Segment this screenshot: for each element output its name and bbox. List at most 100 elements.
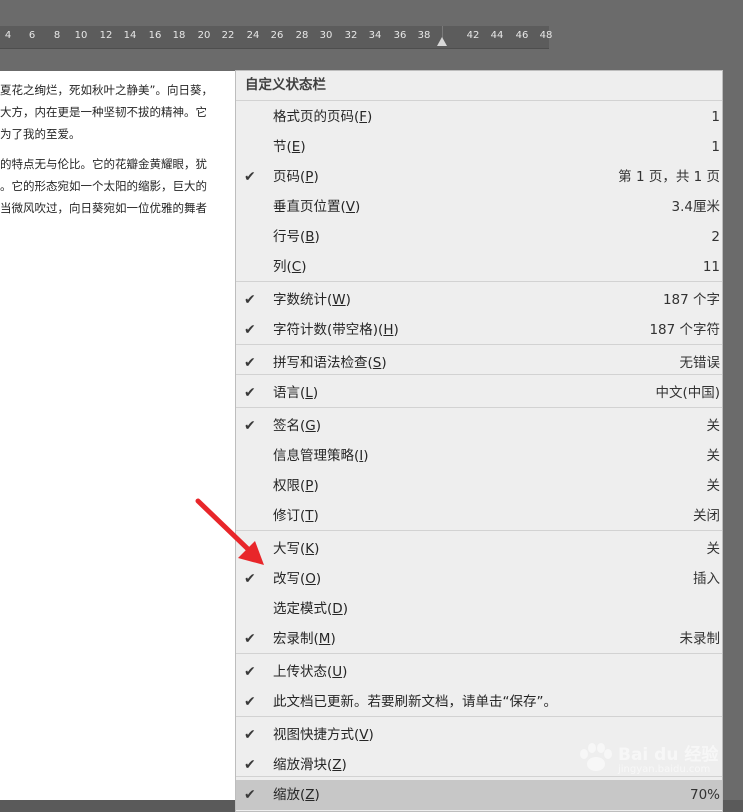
menu-item[interactable]: ✔ 此文档已更新。若要刷新文档，请单击“保存”。 — [236, 687, 722, 717]
menu-item-label: 缩放(Z) — [273, 787, 320, 803]
menu-item-text: 宏录制 — [273, 631, 314, 647]
menu-item-label: 此文档已更新。若要刷新文档，请单击“保存”。 — [273, 687, 557, 717]
menu-item[interactable]: 垂直页位置(V) 3.4厘米 — [236, 192, 722, 222]
menu-item-accelerator: L — [305, 385, 313, 401]
menu-item-text: 缩放 — [273, 787, 300, 803]
menu-item-accelerator: C — [291, 259, 302, 275]
ruler-tick-label: 46 — [515, 30, 529, 41]
menu-item-label: 节(E) — [273, 139, 306, 155]
menu-item-text: 页码 — [273, 169, 300, 185]
baidu-watermark: Bai du 经验 jingyan.baidu.com — [570, 732, 720, 782]
menu-item[interactable]: 格式页的页码(F) 1 — [236, 102, 722, 132]
red-arrow-annotation — [195, 498, 264, 565]
menu-item-text: 节 — [273, 139, 287, 155]
menu-item[interactable]: ✔ 页码(P) 第 1 页，共 1 页 — [236, 162, 722, 192]
menu-item-value: 3.4厘米 — [671, 199, 720, 215]
ruler-tick-label: 42 — [466, 30, 480, 41]
menu-item-accelerator: Z — [305, 787, 315, 803]
menu-item-accelerator: D — [332, 601, 343, 617]
ruler-tick-label: 24 — [246, 30, 260, 41]
menu-item-label: 拼写和语法检查(S) — [273, 355, 387, 371]
ruler-tick-label: 16 — [148, 30, 162, 41]
menu-item-value: 关 — [706, 448, 721, 464]
ruler-tick-label: 20 — [197, 30, 211, 41]
menu-item-label: 视图快捷方式(V) — [273, 727, 374, 743]
menu-item[interactable]: 大写(K) 关 — [236, 534, 722, 564]
menu-item[interactable]: 行号(B) 2 — [236, 222, 722, 252]
menu-item[interactable]: ✔ 上传状态(U) — [236, 657, 722, 687]
menu-item-label: 字符计数(带空格)(H) — [273, 322, 399, 338]
menu-item-text: 语言 — [273, 385, 300, 401]
ruler-tick-label: 28 — [295, 30, 309, 41]
menu-item-label: 列(C) — [273, 259, 307, 275]
menu-item-text: 拼写和语法检查 — [273, 355, 368, 371]
menu-item[interactable]: 修订(T) 关闭 — [236, 501, 722, 531]
menu-item-accelerator: B — [305, 229, 315, 245]
menu-item-accelerator: W — [332, 292, 346, 308]
checkmark-icon: ✔ — [244, 292, 256, 308]
menu-item-label: 权限(P) — [273, 478, 319, 494]
customize-status-bar-menu: 自定义状态栏 格式页的页码(F) 1 节(E) 1 ✔ 页码(P) 第 1 页，共 1 页垂… — [235, 70, 723, 812]
menu-item-value: 未录制 — [679, 631, 721, 647]
menu-item-label: 行号(B) — [273, 229, 320, 245]
menu-item-accelerator: M — [318, 631, 331, 647]
checkmark-icon: ✔ — [244, 787, 256, 803]
ruler-tick-label: 6 — [28, 30, 36, 41]
menu-item-text: 视图快捷方式 — [273, 727, 354, 743]
menu-item-label: 上传状态(U) — [273, 664, 348, 680]
ruler-tick-label: 38 — [417, 30, 431, 41]
ruler-tick-label: 26 — [270, 30, 284, 41]
ruler-tick-label: 18 — [172, 30, 186, 41]
ruler-tick-label: 22 — [221, 30, 235, 41]
menu-item[interactable]: ✔ 宏录制(M) 未录制 — [236, 624, 722, 654]
menu-item-accelerator: E — [291, 139, 301, 155]
menu-item[interactable]: 权限(P) 关 — [236, 471, 722, 501]
checkmark-icon: ✔ — [244, 418, 256, 434]
menu-item-label: 签名(G) — [273, 418, 322, 434]
document-page[interactable]: 夏花之绚烂，死如秋叶之静美”。向日葵， 大方，内在更是一种坚韧不拔的精神。它 为了我… — [0, 71, 250, 801]
ruler-tick-label: 34 — [368, 30, 382, 41]
menu-item[interactable]: ✔ 签名(G) 关 — [236, 411, 722, 441]
menu-item[interactable]: 节(E) 1 — [236, 132, 722, 162]
ruler-tick-label: 32 — [344, 30, 358, 41]
menu-item-label: 改写(O) — [273, 571, 322, 587]
menu-item[interactable]: ✔ 拼写和语法检查(S) 无错误 — [236, 348, 722, 378]
watermark-text: Bai du 经验 — [618, 745, 719, 765]
document-text-line: 为了我的至爱。 — [0, 127, 81, 141]
checkmark-icon: ✔ — [244, 322, 256, 338]
checkmark-icon: ✔ — [244, 355, 256, 371]
indent-marker[interactable] — [437, 37, 447, 46]
menu-item-accelerator: V — [359, 727, 369, 743]
menu-item-value: 关 — [706, 541, 721, 557]
menu-item-text: 签名 — [273, 418, 300, 434]
menu-item-value: 11 — [702, 259, 720, 275]
menu-item[interactable]: ✔ 字符计数(带空格)(H) 187 个字符 — [236, 315, 722, 345]
menu-item-value: 关 — [706, 478, 721, 494]
menu-item-accelerator: U — [332, 664, 343, 680]
menu-item-accelerator: Z — [332, 757, 342, 773]
menu-item-value: 关 — [706, 418, 721, 434]
menu-item[interactable]: 选定模式(D) — [236, 594, 722, 624]
menu-item[interactable]: ✔ 字数统计(W) 187 个字 — [236, 285, 722, 315]
menu-item-text: 大写 — [273, 541, 300, 557]
checkmark-icon: ✔ — [244, 664, 256, 680]
document-text-line: 夏花之绚烂，死如秋叶之静美”。向日葵， — [0, 83, 213, 97]
menu-item-text: 格式页的页码 — [273, 109, 354, 125]
menu-item[interactable]: ✔ 语言(L) 中文(中国) — [236, 378, 722, 408]
checkmark-icon: ✔ — [244, 631, 256, 647]
ruler-tick-label: 48 — [539, 30, 553, 41]
menu-item[interactable]: ✔ 缩放(Z) 70% — [236, 780, 722, 810]
menu-item[interactable]: 信息管理策略(I) 关 — [236, 441, 722, 471]
menu-item[interactable]: 列(C) 11 — [236, 252, 722, 282]
ruler-tick-label: 30 — [319, 30, 333, 41]
menu-item-value: 关闭 — [693, 508, 720, 524]
menu-item-text: 列 — [273, 259, 287, 275]
horizontal-ruler[interactable]: 4 6 8 10 12 14 16 18 20 22 24 26 28 30 32 34 36 38 42 44 46 4… — [0, 26, 552, 49]
menu-item-label: 格式页的页码(F) — [273, 109, 373, 125]
ruler-tick-label: 4 — [4, 30, 12, 41]
menu-item-label: 缩放滑块(Z) — [273, 757, 347, 773]
menu-item-text: 垂直页位置 — [273, 199, 341, 215]
menu-item-value: 第 1 页，共 1 页 — [618, 169, 720, 185]
menu-item[interactable]: ✔ 改写(O) 插入 — [236, 564, 722, 594]
menu-item-value: 无错误 — [679, 355, 721, 371]
